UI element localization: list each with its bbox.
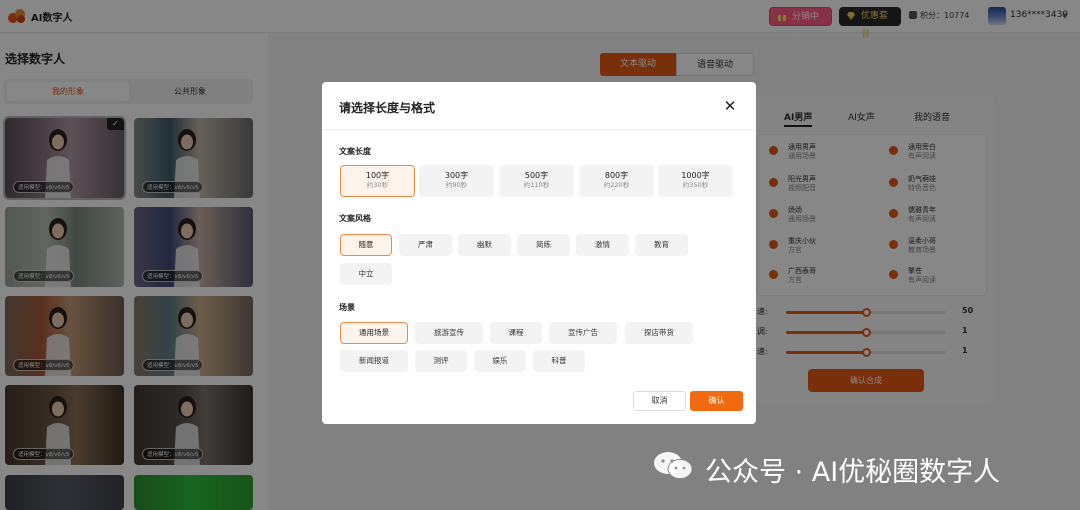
style-option[interactable]: 严肃 (399, 234, 452, 256)
length-option[interactable]: 800字 约220秒 (579, 165, 654, 197)
scene-option[interactable]: 宣传广告 (549, 322, 617, 344)
scene-option[interactable]: 新闻报道 (340, 350, 408, 372)
scene-option[interactable]: 测评 (415, 350, 467, 372)
length-words: 800字 (604, 171, 629, 180)
scene-option[interactable]: 课程 (490, 322, 542, 344)
scene-option[interactable]: 旅游宣传 (415, 322, 483, 344)
length-option[interactable]: 1000字 约350秒 (658, 165, 733, 197)
style-option[interactable]: 中立 (340, 263, 392, 285)
scene-option[interactable]: 娱乐 (474, 350, 526, 372)
style-option[interactable]: 简练 (517, 234, 570, 256)
length-option[interactable]: 100字 约30秒 (340, 165, 415, 197)
length-option[interactable]: 500字 约110秒 (499, 165, 574, 197)
length-duration: 约30秒 (366, 181, 389, 189)
length-words: 100字 (365, 171, 390, 180)
watermark-text: 公众号 · AI优秘圈数字人 (705, 457, 1001, 488)
length-words: 300字 (444, 171, 469, 180)
style-option[interactable]: 随意 (340, 234, 392, 256)
length-duration: 约220秒 (603, 181, 630, 189)
length-section-label: 文案长度 (339, 147, 371, 156)
length-option[interactable]: 300字 约90秒 (419, 165, 494, 197)
length-format-dialog: 请选择长度与格式 ✕ 文案长度 100字 约30秒 300字 约90秒 500字 约110… (322, 82, 756, 424)
length-duration: 约90秒 (445, 181, 468, 189)
length-duration: 约350秒 (682, 181, 709, 189)
length-words: 500字 (524, 171, 549, 180)
close-icon[interactable]: ✕ (720, 96, 740, 116)
divider (322, 129, 756, 130)
confirm-button[interactable]: 确认 (690, 391, 743, 411)
scene-option[interactable]: 探店带货 (625, 322, 693, 344)
style-option[interactable]: 教育 (635, 234, 688, 256)
style-option[interactable]: 激情 (576, 234, 629, 256)
scene-option[interactable]: 科普 (533, 350, 585, 372)
length-duration: 约110秒 (523, 181, 550, 189)
cancel-button[interactable]: 取消 (633, 391, 686, 411)
style-section-label: 文案风格 (339, 214, 371, 223)
style-option[interactable]: 幽默 (458, 234, 511, 256)
wechat-icon (654, 452, 693, 479)
scene-section-label: 场景 (339, 303, 355, 312)
dialog-title: 请选择长度与格式 (339, 101, 436, 115)
length-words: 1000字 (681, 171, 710, 180)
scene-option[interactable]: 通用场景 (340, 322, 408, 344)
